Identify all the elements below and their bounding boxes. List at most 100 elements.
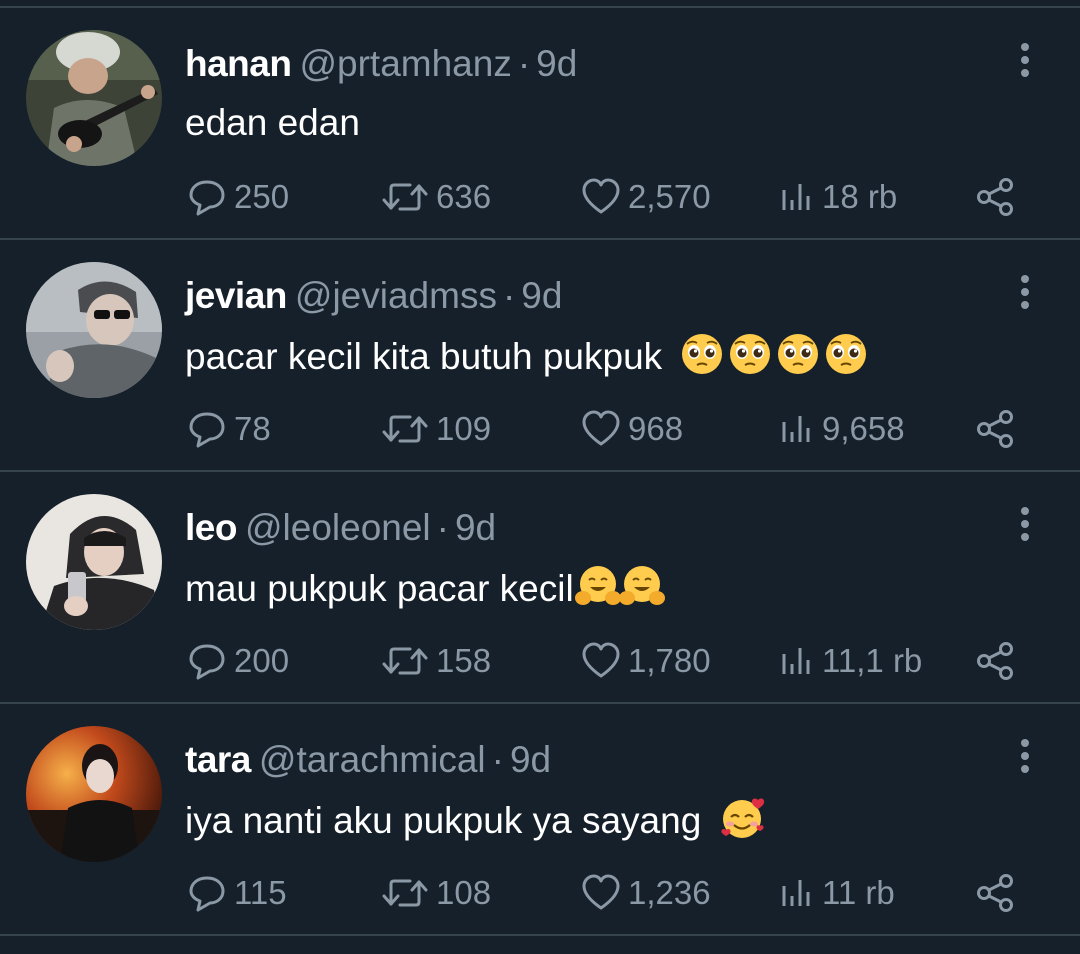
heart-icon bbox=[582, 178, 620, 214]
tweet-text: pacar kecil kita butuh pukpuk bbox=[185, 332, 868, 380]
view-count: 11 rb bbox=[822, 874, 895, 911]
tweet-header: jevian @jeviadmss · 9d bbox=[185, 274, 562, 318]
share-nodes-icon bbox=[977, 642, 1013, 680]
view-count: 18 rb bbox=[822, 178, 898, 215]
timestamp[interactable]: 9d bbox=[455, 507, 496, 548]
tweet-body: pacar kecil kita butuh pukpuk bbox=[185, 336, 663, 377]
timestamp[interactable]: 9d bbox=[536, 43, 577, 84]
views-button[interactable]: 9,658 bbox=[778, 406, 905, 452]
like-count: 1,780 bbox=[628, 642, 711, 679]
avatar[interactable] bbox=[26, 262, 162, 398]
hugging-face-emoji bbox=[618, 564, 665, 608]
share-nodes-icon bbox=[977, 178, 1013, 216]
more-options-button[interactable] bbox=[1008, 40, 1042, 84]
tweet-item[interactable]: leo @leoleonel · 9d mau pukpuk pacar kecil … bbox=[0, 472, 1080, 704]
retweet-count: 636 bbox=[436, 178, 492, 215]
retweet-button[interactable]: 109 bbox=[380, 406, 491, 452]
tweet-text: iya nanti aku pukpuk ya sayang bbox=[185, 796, 764, 844]
retweet-button[interactable]: 108 bbox=[380, 870, 491, 916]
tweet-text: mau pukpuk pacar kecil bbox=[185, 564, 665, 612]
like-count: 968 bbox=[628, 410, 684, 447]
action-bar: 200 158 1,780 11,1 rb bbox=[0, 638, 1080, 684]
reply-button[interactable]: 200 bbox=[186, 638, 289, 684]
share-nodes-icon bbox=[977, 874, 1013, 912]
like-count: 2,570 bbox=[628, 178, 711, 215]
timestamp[interactable]: 9d bbox=[521, 275, 562, 316]
heart-icon bbox=[582, 874, 620, 910]
more-options-button[interactable] bbox=[1008, 504, 1042, 548]
like-button[interactable]: 1,780 bbox=[580, 638, 711, 684]
avatar[interactable] bbox=[26, 726, 162, 862]
display-name[interactable]: jevian bbox=[185, 275, 287, 316]
timestamp[interactable]: 9d bbox=[510, 739, 551, 780]
retweet-arrows-icon bbox=[382, 415, 428, 443]
action-bar: 250 636 2,570 18 rb bbox=[0, 174, 1080, 220]
retweet-button[interactable]: 158 bbox=[380, 638, 491, 684]
avatar[interactable] bbox=[26, 494, 162, 630]
tweet-body: iya nanti aku pukpuk ya sayang bbox=[185, 800, 702, 841]
like-count: 1,236 bbox=[628, 874, 711, 911]
views-button[interactable]: 11 rb bbox=[778, 870, 895, 916]
display-name[interactable]: hanan bbox=[185, 43, 292, 84]
views-button[interactable]: 11,1 rb bbox=[778, 638, 922, 684]
display-name[interactable]: leo bbox=[185, 507, 237, 548]
reply-feed: hanan @prtamhanz · 9d edan edan 250 636 … bbox=[0, 8, 1080, 936]
share-button[interactable] bbox=[974, 638, 1018, 684]
speech-bubble-icon bbox=[189, 644, 225, 680]
share-button[interactable] bbox=[974, 406, 1018, 452]
retweet-arrows-icon bbox=[382, 183, 428, 211]
avatar[interactable] bbox=[26, 30, 162, 166]
smiling-face-with-hearts-emoji bbox=[720, 796, 764, 840]
tweet-header: hanan @prtamhanz · 9d bbox=[185, 42, 577, 86]
view-count: 11,1 rb bbox=[822, 642, 923, 679]
separator-dot: · bbox=[517, 43, 531, 84]
bar-chart-icon bbox=[782, 416, 810, 442]
pleading-face-emoji bbox=[776, 332, 820, 376]
separator-dot: · bbox=[491, 739, 504, 780]
tweet-item[interactable]: jevian @jeviadmss · 9d pacar kecil kita but… bbox=[0, 240, 1080, 472]
like-button[interactable]: 2,570 bbox=[580, 174, 711, 220]
username-handle[interactable]: @prtamhanz bbox=[299, 43, 511, 84]
action-bar: 115 108 1,236 11 rb bbox=[0, 870, 1080, 916]
share-nodes-icon bbox=[977, 410, 1013, 448]
tweet-header: tara @tarachmical · 9d bbox=[185, 738, 551, 782]
more-options-button[interactable] bbox=[1008, 272, 1042, 316]
tweet-header: leo @leoleonel · 9d bbox=[185, 506, 496, 550]
share-button[interactable] bbox=[974, 870, 1018, 916]
share-button[interactable] bbox=[974, 174, 1018, 220]
vertical-dots-icon bbox=[1021, 275, 1029, 309]
vertical-dots-icon bbox=[1021, 43, 1029, 77]
username-handle[interactable]: @leoleonel bbox=[245, 507, 431, 548]
pleading-face-emoji bbox=[728, 332, 772, 376]
speech-bubble-icon bbox=[189, 876, 225, 912]
reply-button[interactable]: 78 bbox=[186, 406, 271, 452]
bar-chart-icon bbox=[782, 184, 810, 210]
like-button[interactable]: 968 bbox=[580, 406, 683, 452]
display-name[interactable]: tara bbox=[185, 739, 251, 780]
hugging-face-emoji bbox=[574, 564, 621, 608]
reply-count: 250 bbox=[234, 178, 290, 215]
retweet-count: 109 bbox=[436, 410, 492, 447]
tweet-item[interactable]: hanan @prtamhanz · 9d edan edan 250 636 … bbox=[0, 8, 1080, 240]
retweet-button[interactable]: 636 bbox=[380, 174, 491, 220]
tweet-item[interactable]: tara @tarachmical · 9d iya nanti aku pukpuk… bbox=[0, 704, 1080, 936]
retweet-arrows-icon bbox=[382, 879, 428, 907]
retweet-count: 158 bbox=[436, 642, 492, 679]
like-button[interactable]: 1,236 bbox=[580, 870, 711, 916]
username-handle[interactable]: @tarachmical bbox=[259, 739, 486, 780]
views-button[interactable]: 18 rb bbox=[778, 174, 897, 220]
heart-icon bbox=[582, 410, 620, 446]
reply-button[interactable]: 115 bbox=[186, 870, 287, 916]
bar-chart-icon bbox=[782, 880, 810, 906]
reply-count: 78 bbox=[234, 410, 271, 447]
more-options-button[interactable] bbox=[1008, 736, 1042, 780]
username-handle[interactable]: @jeviadmss bbox=[295, 275, 497, 316]
vertical-dots-icon bbox=[1021, 507, 1029, 541]
heart-icon bbox=[582, 642, 620, 678]
reply-count: 115 bbox=[234, 874, 287, 911]
tweet-text: edan edan bbox=[185, 100, 360, 146]
retweet-count: 108 bbox=[436, 874, 492, 911]
pleading-face-emoji bbox=[824, 332, 868, 376]
reply-button[interactable]: 250 bbox=[186, 174, 289, 220]
speech-bubble-icon bbox=[189, 412, 225, 448]
